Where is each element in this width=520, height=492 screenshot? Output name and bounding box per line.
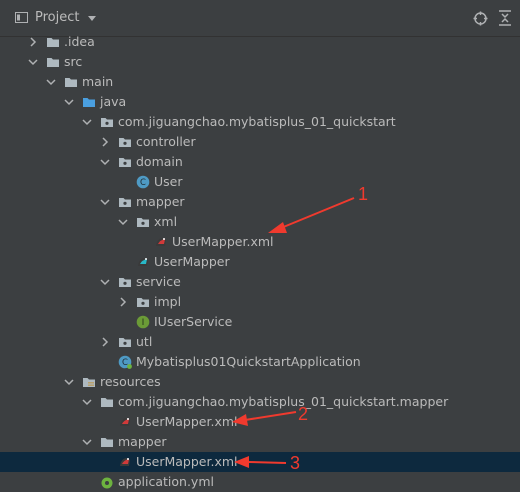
tree-item-usermapper-interface[interactable]: UserMapper [0,252,520,272]
project-view-title[interactable]: Project [35,10,79,25]
class-icon: C [136,175,150,189]
mybatis-xml-icon [120,418,130,426]
chevron-down-icon[interactable] [64,377,74,387]
tree-item-label: mapper [118,434,167,449]
resources-folder-icon [83,378,95,387]
tree-item-usermapper-xml-3-selected[interactable]: UserMapper.xml [0,452,520,472]
mybatis-xml-icon [120,458,130,466]
tree-item-idea[interactable]: .idea [0,32,520,52]
tree-item-label: service [136,274,181,289]
tree-item-package-root[interactable]: com.jiguangchao.mybatisplus_01_quickstar… [0,112,520,132]
tree-item-main[interactable]: main [0,72,520,92]
tree-item-user-class[interactable]: C User [0,172,520,192]
chevron-down-icon[interactable] [82,117,92,127]
chevron-down-icon[interactable] [82,397,92,407]
tree-item-label: domain [136,154,183,169]
tree-item-label: controller [136,134,196,149]
tree-item-label: impl [154,294,182,309]
package-icon [101,118,113,127]
chevron-down-icon[interactable] [118,217,128,227]
tree-item-label: main [82,74,114,89]
tree-item-label: .idea [64,34,95,49]
source-folder-icon [83,98,95,107]
tree-item-label: resources [100,374,161,389]
tree-item-xml-package[interactable]: xml [0,212,520,232]
svg-text:C: C [140,178,146,188]
tree-item-mapper-package[interactable]: mapper [0,192,520,212]
tree-item-label: src [64,54,83,69]
chevron-down-icon[interactable] [88,16,96,21]
tree-item-usermapper-xml-1[interactable]: UserMapper.xml [0,232,520,252]
tree-item-label: UserMapper [154,254,230,269]
folder-icon [47,58,59,67]
annotation-number-2: 2 [298,404,309,424]
tree-item-src[interactable]: src [0,52,520,72]
tree-item-label: mapper [136,194,185,209]
tree-item-label: com.jiguangchao.mybatisplus_01_quickstar… [118,114,396,129]
tree-item-mapper-folder[interactable]: mapper [0,432,520,452]
chevron-down-icon[interactable] [100,197,110,207]
package-icon [137,298,149,307]
tree-item-label: com.jiguangchao.mybatisplus_01_quickstar… [118,394,449,409]
package-icon [119,158,131,167]
folder-icon [101,398,113,407]
folder-icon [47,38,59,47]
tree-item-application-yml[interactable]: application.yml [0,472,520,492]
spring-boot-class-icon: C [118,355,132,369]
tree-item-service[interactable]: service [0,272,520,292]
collapse-all-icon[interactable] [498,10,512,26]
tree-item-label: User [154,174,183,189]
tree-item-label: IUserService [154,314,233,329]
annotation-number-1: 1 [358,184,369,204]
chevron-right-icon[interactable] [28,37,38,47]
tree-item-label: java [100,94,127,109]
chevron-down-icon[interactable] [64,97,74,107]
tree-item-label: utl [136,334,153,349]
svg-text:I: I [142,318,145,328]
chevron-down-icon[interactable] [28,57,38,67]
mybatis-xml-icon [156,238,166,246]
project-view-icon [15,12,28,23]
package-icon [119,198,131,207]
tree-item-label: UserMapper.xml [136,414,238,429]
tree-item-application-class[interactable]: C Mybatisplus01QuickstartApplication [0,352,520,372]
tree-item-resources[interactable]: resources [0,372,520,392]
tree-item-label: xml [154,214,178,229]
chevron-right-icon[interactable] [118,297,128,307]
tree-item-utl[interactable]: utl [0,332,520,352]
tree-item-java[interactable]: java [0,92,520,112]
tree-item-label: UserMapper.xml [172,234,274,249]
chevron-down-icon[interactable] [82,437,92,447]
tree-item-label: UserMapper.xml [136,454,238,469]
tree-item-resources-mapper-folder[interactable]: com.jiguangchao.mybatisplus_01_quickstar… [0,392,520,412]
chevron-down-icon[interactable] [100,157,110,167]
annotation-number-3: 3 [290,453,301,473]
chevron-down-icon[interactable] [100,277,110,287]
tree-item-label: Mybatisplus01QuickstartApplication [136,354,361,369]
tree-item-controller[interactable]: controller [0,132,520,152]
package-icon [119,338,131,347]
package-icon [119,138,131,147]
package-icon [137,218,149,227]
interface-icon: I [136,315,150,329]
chevron-right-icon[interactable] [100,337,110,347]
mybatis-interface-icon [138,258,148,266]
tree-item-usermapper-xml-2[interactable]: UserMapper.xml [0,412,520,432]
tree-item-impl[interactable]: impl [0,292,520,312]
yaml-config-icon [101,477,113,489]
tree-item-iuserservice[interactable]: I IUserService [0,312,520,332]
chevron-down-icon[interactable] [46,77,56,87]
package-icon [119,278,131,287]
locate-icon[interactable] [473,11,488,26]
tree-item-domain[interactable]: domain [0,152,520,172]
tree-item-label: application.yml [118,474,214,489]
folder-icon [101,438,113,447]
chevron-right-icon[interactable] [100,137,110,147]
folder-icon [65,78,77,87]
